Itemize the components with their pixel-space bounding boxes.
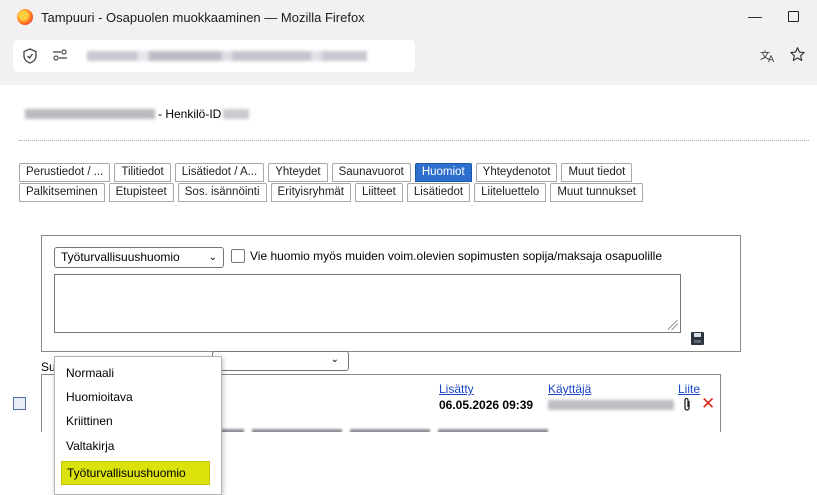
dropdown-option-kriittinen[interactable]: Kriittinen xyxy=(55,409,221,433)
paperclip-icon[interactable] xyxy=(683,397,692,412)
browser-toolbar: 文 A xyxy=(0,34,817,85)
svg-text:A: A xyxy=(768,55,775,63)
row-user-redacted xyxy=(548,400,674,410)
dropdown-option-huomioitava[interactable]: Huomioitava xyxy=(55,385,221,409)
firefox-icon xyxy=(17,9,33,25)
tab-palkitseminen[interactable]: Palkitseminen xyxy=(19,183,105,202)
shield-icon[interactable] xyxy=(23,48,37,64)
tab-muut-tiedot[interactable]: Muut tiedot xyxy=(561,163,633,182)
window-titlebar: Tampuuri - Osapuolen muokkaaminen — Mozi… xyxy=(0,0,817,34)
column-header-user[interactable]: Käyttäjä xyxy=(548,382,591,396)
person-id-label: - Henkilö-ID xyxy=(158,107,222,121)
dropdown-option-normaali[interactable]: Normaali xyxy=(55,361,221,385)
tab-liitteet[interactable]: Liitteet xyxy=(355,183,403,202)
tab-erityisryhmät[interactable]: Erityisryhmät xyxy=(270,183,351,202)
url-field[interactable] xyxy=(13,40,415,72)
note-type-value: Työturvallisuushuomio xyxy=(61,250,180,264)
chevron-down-icon: ⌄ xyxy=(208,252,217,263)
tab-row-1: Perustiedot / ... Tilitiedot Lisätiedot / … xyxy=(19,163,636,182)
chevron-down-icon: ⌄ xyxy=(330,354,339,365)
tab-liiteluettelo[interactable]: Liiteluettelo xyxy=(474,183,547,202)
share-note-checkbox[interactable] xyxy=(231,249,245,263)
dropdown-option-valtakirja[interactable]: Valtakirja xyxy=(55,434,221,458)
person-name-redacted xyxy=(25,109,155,119)
tab-row-2: Palkitseminen Etupisteet Sos. isännöinti Er… xyxy=(19,183,647,202)
tab-lisätiedot-a[interactable]: Lisätiedot / A... xyxy=(174,163,265,182)
person-id-redacted xyxy=(223,109,250,119)
save-icon[interactable] xyxy=(691,332,704,345)
maximize-button[interactable] xyxy=(788,11,799,22)
page-content: - Henkilö-ID Perustiedot / ... Tilitiedot… xyxy=(0,85,817,495)
star-icon[interactable] xyxy=(789,46,806,63)
note-type-dropdown-list: Normaali Huomioitava Kriittinen Valtakirja T… xyxy=(54,356,222,495)
filter-select[interactable]: ⌄ xyxy=(212,351,349,371)
page-header: - Henkilö-ID xyxy=(25,107,250,121)
document-icon[interactable] xyxy=(13,397,26,410)
tab-perustiedot[interactable]: Perustiedot / ... xyxy=(19,163,111,182)
note-type-select[interactable]: Työturvallisuushuomio ⌄ xyxy=(54,247,224,268)
tab-saunavuorot[interactable]: Saunavuorot xyxy=(331,163,411,182)
tab-yhteydenotot[interactable]: Yhteydenotot xyxy=(475,163,558,182)
window-title: Tampuuri - Osapuolen muokkaaminen — Mozi… xyxy=(41,9,365,25)
delete-icon[interactable]: ✕ xyxy=(701,394,715,414)
dropdown-option-työturvallisuushuomio[interactable]: Työturvallisuushuomio xyxy=(61,461,210,485)
minimize-button[interactable]: — xyxy=(745,8,765,24)
note-form: Työturvallisuushuomio ⌄ Vie huomio myös … xyxy=(41,235,741,352)
column-header-added[interactable]: Lisätty xyxy=(439,382,474,396)
row-added-date: 06.05.2026 09:39 xyxy=(439,398,534,412)
column-header-attachment[interactable]: Liite xyxy=(678,382,700,396)
note-textarea[interactable] xyxy=(54,274,681,333)
tab-yhteydet[interactable]: Yhteydet xyxy=(268,163,328,182)
tab-lisätiedot[interactable]: Lisätiedot xyxy=(406,183,471,202)
tab-tilitiedot[interactable]: Tilitiedot xyxy=(114,163,171,182)
resize-grip-icon[interactable] xyxy=(668,320,678,330)
translate-icon[interactable]: 文 A xyxy=(760,49,776,63)
url-text-redacted xyxy=(87,51,367,61)
tab-muut-tunnukset[interactable]: Muut tunnukset xyxy=(550,183,643,202)
divider xyxy=(19,140,809,141)
tab-huomiot[interactable]: Huomiot xyxy=(414,163,472,182)
permissions-icon[interactable] xyxy=(52,49,68,61)
tab-etupisteet[interactable]: Etupisteet xyxy=(108,183,174,202)
tab-sos-isännöinti[interactable]: Sos. isännöinti xyxy=(177,183,267,202)
share-note-label: Vie huomio myös muiden voim.olevien sopi… xyxy=(250,249,662,263)
